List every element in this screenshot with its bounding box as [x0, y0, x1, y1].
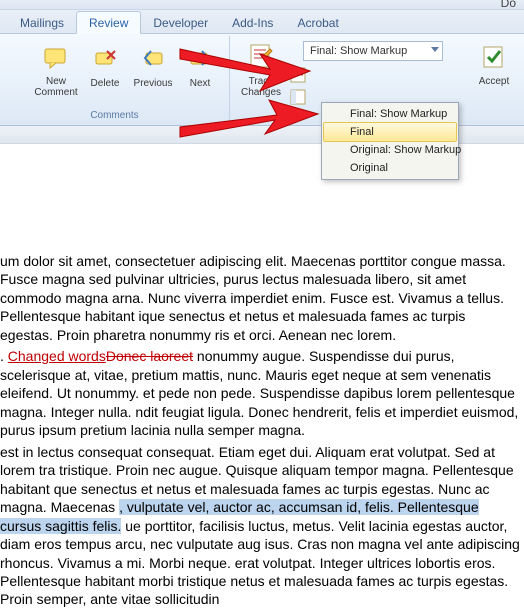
- track-changes-icon: [246, 42, 276, 72]
- paragraph-2: . Changed wordsDonec laoreet nonummy aug…: [0, 347, 520, 439]
- tab-mailings[interactable]: Mailings: [8, 12, 76, 33]
- next-label: Next: [190, 78, 211, 89]
- group-changes: Accept: [462, 36, 524, 123]
- track-changes-label: Track Changes: [241, 76, 281, 98]
- display-for-review-menu: Final: Show Markup Final Original: Show …: [321, 102, 459, 180]
- display-for-review-dropdown[interactable]: Final: Show Markup: [303, 41, 443, 61]
- group-comments-label: Comments: [0, 110, 229, 121]
- window-title-fragment: Do: [501, 0, 516, 10]
- show-markup-button[interactable]: [289, 66, 307, 89]
- menu-item-original[interactable]: Original: [324, 159, 456, 177]
- paragraph-3: est in lectus consequat consequat. Etiam…: [0, 443, 520, 609]
- new-comment-icon: [41, 42, 71, 72]
- next-button[interactable]: Next: [180, 44, 220, 89]
- menu-item-final-show-markup[interactable]: Final: Show Markup: [324, 105, 456, 123]
- display-for-review-value: Final: Show Markup: [310, 45, 407, 57]
- tab-review[interactable]: Review: [76, 11, 141, 34]
- delete-button[interactable]: Delete: [82, 44, 128, 89]
- next-icon: [185, 44, 215, 74]
- paragraph-1: um dolor sit amet, consectetuer adipisci…: [0, 252, 520, 344]
- track-changes-button[interactable]: Track Changes: [235, 42, 287, 98]
- accept-icon: [479, 42, 509, 72]
- previous-button[interactable]: Previous: [128, 44, 178, 89]
- menu-item-original-show-markup[interactable]: Original: Show Markup: [324, 141, 456, 159]
- previous-label: Previous: [134, 78, 173, 89]
- deleted-text: Donec laoreet: [106, 348, 193, 364]
- accept-label: Accept: [479, 76, 510, 87]
- inserted-text: Changed words: [8, 348, 106, 364]
- delete-icon: [90, 44, 120, 74]
- accept-button[interactable]: Accept: [468, 42, 520, 87]
- document-page: um dolor sit amet, consectetuer adipisci…: [0, 144, 524, 609]
- new-comment-button[interactable]: New Comment: [30, 42, 82, 98]
- group-comments: New Comment Delete Previous Next Comment…: [0, 36, 230, 123]
- new-comment-label: New Comment: [34, 76, 77, 98]
- tab-addins[interactable]: Add-Ins: [220, 12, 285, 33]
- chevron-down-icon: [431, 47, 439, 52]
- ribbon-tabs: Mailings Review Developer Add-Ins Acroba…: [0, 10, 524, 34]
- tab-developer[interactable]: Developer: [141, 12, 220, 33]
- menu-item-final[interactable]: Final: [323, 122, 457, 142]
- tab-acrobat[interactable]: Acrobat: [285, 12, 350, 33]
- reviewing-pane-button[interactable]: [289, 88, 307, 111]
- previous-icon: [138, 44, 168, 74]
- ribbon: New Comment Delete Previous Next Comment…: [0, 34, 524, 126]
- document-body[interactable]: um dolor sit amet, consectetuer adipisci…: [0, 252, 524, 609]
- delete-label: Delete: [91, 78, 120, 89]
